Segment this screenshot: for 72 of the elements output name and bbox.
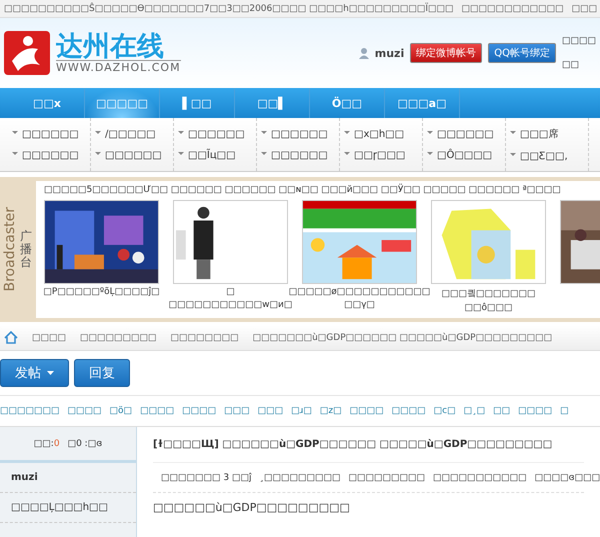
picture-caption[interactable]: □P□□□□□ºõĻ□□□□ĵ□	[43, 287, 160, 297]
post-meta[interactable]: ¸□□□□□□□□□	[259, 472, 341, 482]
subnav-link[interactable]: □x□h□□	[344, 128, 422, 140]
quick-link[interactable]: □□□□	[182, 406, 216, 416]
breadcrumb-link[interactable]: □□□□□□□ù□GDP□□□□□□ □□□□□ù□GDP□□□□□□□□□	[252, 332, 552, 342]
bind-weibo-button[interactable]: 绑定微博帐号	[410, 43, 482, 63]
breadcrumb-link[interactable]: □□□□□□□□□	[80, 332, 157, 342]
breadcrumb-link[interactable]: □□□□	[32, 332, 66, 342]
subnav-link[interactable]: □□Ĩц□□	[178, 150, 256, 160]
quick-link[interactable]: □□□□	[68, 406, 102, 416]
quick-link[interactable]: □□□□	[350, 406, 384, 416]
quick-link[interactable]: □¸□	[464, 406, 486, 416]
broadcast-label: 广播台	[20, 230, 32, 270]
top-link[interactable]: □□□□□□□□□□□□	[462, 4, 564, 14]
quick-link[interactable]: □□□	[224, 406, 250, 416]
broadcast-headline[interactable]: □□□□□5□□□□□□Ư□□ □□□□□□ □□□□□□ □□ɴ□□ □□□й□□□ □□Ӱ□□ □□□□□ □□□□□□ ª□□□□	[44, 185, 592, 195]
subnav-link[interactable]: □□Ƹ□□,	[510, 151, 588, 162]
quick-link[interactable]: □□□□	[140, 406, 174, 416]
post-stat: □□:0	[34, 438, 60, 448]
new-post-button[interactable]: 发帖	[0, 359, 69, 387]
quick-link[interactable]: □□	[493, 406, 510, 416]
bind-qq-button[interactable]: QQ帐号绑定	[488, 43, 556, 63]
subnav-link[interactable]: □Ô□□□□	[427, 150, 505, 160]
author-name[interactable]: muzi	[11, 472, 38, 483]
header-link[interactable]: □□	[562, 60, 596, 70]
quick-link[interactable]: □z□	[320, 406, 342, 416]
post-title: [ɫ□□□□Щ] □□□□□□ù□GDP□□□□□□ □□□□□ù□GDP□□□□□□□□□	[153, 427, 584, 463]
author-note: □□□□Ļ□□□h□□	[11, 502, 108, 513]
home-icon[interactable]	[4, 331, 18, 344]
quick-link[interactable]: □c□	[434, 406, 456, 416]
reply-button[interactable]: 回复	[74, 359, 130, 387]
post-body: □□□□□□ù□GDP□□□□□□□□□	[153, 500, 351, 514]
quick-link[interactable]: □	[560, 406, 569, 416]
logo-icon	[4, 31, 50, 75]
picture-caption[interactable]: □□□□□ø□□□□□□□□□□□	[288, 287, 430, 297]
top-link[interactable]: □□□	[572, 4, 598, 14]
post-meta[interactable]: □□□□□□□ 3 □□ĵ	[161, 472, 252, 482]
top-link[interactable]: □□□□□□□□□Ï□□□	[348, 4, 454, 14]
quick-link[interactable]: □□□□□□□	[0, 406, 60, 416]
subnav-link[interactable]: /□□□□□	[95, 128, 173, 140]
subnav-link[interactable]: □□□□□□	[261, 150, 339, 160]
caret-icon	[47, 371, 54, 375]
subnav-link[interactable]: □□□席	[510, 127, 588, 141]
breadcrumb-link[interactable]: □□□□□□□□	[170, 332, 239, 342]
post-meta[interactable]: □□□□ɞ□□□	[534, 472, 600, 482]
picture-caption[interactable]: □□ô□□□	[464, 303, 513, 313]
picture-caption[interactable]: □□□□□□□□□□□w□и□	[168, 300, 292, 310]
post-meta[interactable]: □□□□□□□□□□□	[433, 472, 527, 482]
user-icon	[358, 48, 369, 58]
quick-link[interactable]: □□□□	[392, 406, 426, 416]
subnav-link[interactable]: □□□□□□	[178, 128, 256, 140]
quick-link[interactable]: □ö□	[110, 406, 132, 416]
picture-caption[interactable]: □	[226, 287, 235, 297]
broadcaster-brand: Broadcaster	[2, 207, 18, 292]
notice-text: □□□□□□□□□□Ŝ□□□□□ϴ□□□□□□□7□□3□□2006□□□□ □□□□h	[4, 4, 349, 14]
subnav-link[interactable]: □□□□□□	[95, 150, 173, 160]
post-meta[interactable]: □□□□□□□□□	[348, 472, 426, 482]
subnav-link[interactable]: □□□□□□	[427, 128, 505, 140]
picture-caption[interactable]: □□□킠□□□□□□□	[441, 287, 536, 300]
subnav-link[interactable]: □□□□□□	[261, 128, 339, 140]
logo-title: 达州在线	[56, 32, 165, 60]
subnav-link[interactable]: □□ɼ□□□	[344, 150, 422, 160]
quick-link[interactable]: □□□	[258, 406, 284, 416]
quick-link[interactable]: □ɹ□	[291, 406, 312, 416]
quick-link[interactable]: □□□□	[518, 406, 552, 416]
header-link[interactable]: □□□□	[562, 36, 596, 46]
picture-caption[interactable]: □□γ□	[344, 300, 375, 310]
logo-url: WWW.DAZHOL.COM	[56, 60, 181, 74]
username[interactable]: muzi	[374, 46, 404, 60]
post-stat: □0 :□ɞ	[68, 438, 102, 448]
subnav-link[interactable]: □□□□□□	[12, 128, 90, 140]
subnav-link[interactable]: □□□□□□	[12, 150, 90, 160]
